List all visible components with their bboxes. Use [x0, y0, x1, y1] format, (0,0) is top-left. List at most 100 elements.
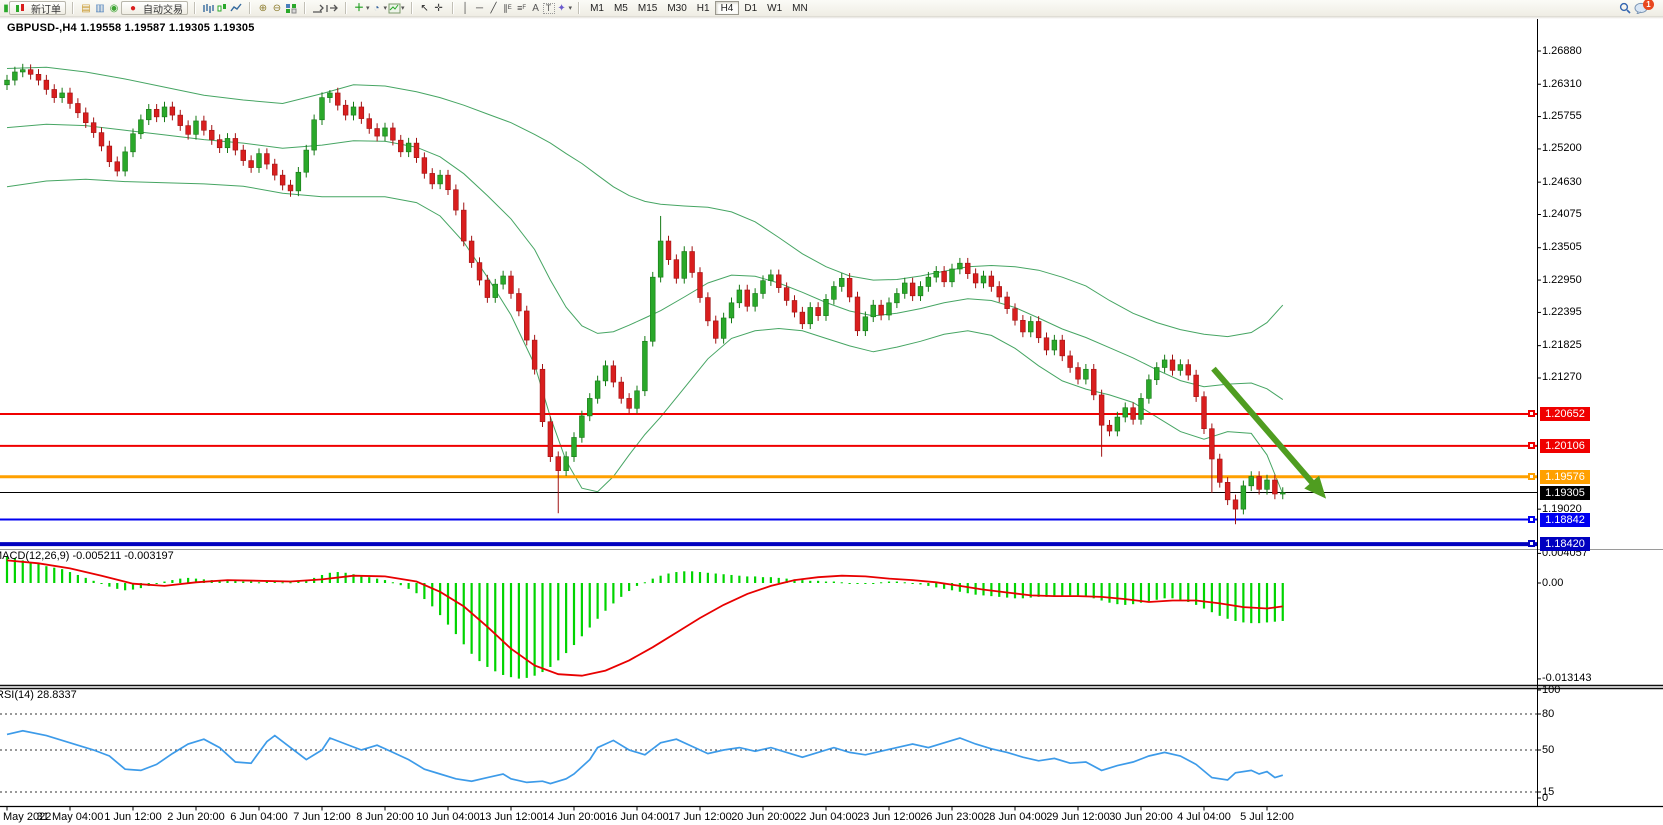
candle-body — [879, 305, 884, 315]
market-watch-icon[interactable]: ▤ — [79, 2, 93, 15]
timeframe-m30[interactable]: M30 — [662, 1, 691, 15]
candle-body — [375, 129, 380, 137]
timeframe-m1[interactable]: M1 — [585, 1, 609, 15]
line-handle[interactable] — [1528, 540, 1535, 547]
trendline-icon[interactable]: ╱ — [487, 2, 501, 15]
macd-bar — [1045, 583, 1047, 597]
candle-body — [1005, 297, 1010, 309]
candle-body — [642, 341, 647, 391]
line-handle[interactable] — [1528, 516, 1535, 523]
candle-body — [107, 146, 112, 162]
candle-body — [28, 70, 33, 75]
equidistant-channel-icon[interactable]: ∥E — [501, 2, 515, 15]
timeframe-m15[interactable]: M15 — [633, 1, 662, 15]
timeframe-mn[interactable]: MN — [787, 1, 813, 15]
timeframe-m5[interactable]: M5 — [609, 1, 633, 15]
text-a-icon[interactable]: A — [529, 2, 543, 15]
macd-bar — [699, 572, 701, 583]
time-tick-label: 20 Jun 20:00 — [731, 811, 795, 823]
auto-scroll-icon[interactable] — [311, 2, 325, 15]
candle-body — [1170, 360, 1175, 370]
timeframe-w1[interactable]: W1 — [762, 1, 787, 15]
timeframe-h4[interactable]: H4 — [715, 1, 740, 15]
time-tick-label: 29 Jun 12:00 — [1046, 811, 1110, 823]
macd-bar — [1022, 583, 1024, 598]
macd-bar — [258, 582, 260, 583]
candle-body — [587, 398, 592, 415]
horizontal-line-icon[interactable]: ─ — [473, 2, 487, 15]
new-order-candle-icon — [14, 2, 28, 15]
rsi-scale-label: 0 — [1542, 792, 1548, 804]
chart-canvas[interactable] — [0, 0, 1663, 825]
tile-windows-icon[interactable] — [284, 2, 298, 15]
macd-bar — [502, 583, 504, 675]
period-clock-icon[interactable]: ◔ — [370, 2, 384, 15]
chart-shift-icon[interactable] — [325, 2, 339, 15]
bollinger-upper — [7, 67, 1283, 336]
macd-bar — [494, 583, 496, 671]
arrows-icon[interactable]: ✦ — [555, 2, 569, 15]
price-tick-label: 1.24630 — [1542, 176, 1582, 188]
time-tick-label: 30 Jun 20:00 — [1109, 811, 1173, 823]
data-window-icon[interactable]: ▥ — [93, 2, 107, 15]
macd-bar — [1179, 583, 1181, 600]
line-handle[interactable] — [1528, 442, 1535, 449]
line-handle[interactable] — [1528, 473, 1535, 480]
candle-body — [1060, 340, 1065, 356]
chat-icon[interactable]: 1 — [1632, 2, 1650, 15]
macd-bar — [22, 560, 24, 583]
candle-body — [52, 89, 57, 97]
vertical-line-icon[interactable]: │ — [459, 2, 473, 15]
search-icon[interactable] — [1618, 2, 1632, 15]
candle-body — [965, 263, 970, 273]
macd-bar — [53, 568, 55, 583]
macd-bar — [478, 583, 480, 661]
fibonacci-icon[interactable]: ≡F — [515, 2, 529, 15]
signals-icon[interactable]: ◉ — [107, 2, 121, 15]
macd-bar — [770, 577, 772, 583]
macd-bar — [510, 583, 512, 677]
macd-bar — [124, 583, 126, 590]
candle-body — [343, 105, 348, 115]
new-order-label: 新订单 — [31, 1, 61, 16]
candle-body — [989, 276, 994, 286]
chat-badge-count: 1 — [1643, 0, 1654, 10]
candle-body — [1123, 408, 1128, 417]
templates-icon[interactable] — [387, 2, 401, 15]
price-tick-label: 1.22950 — [1542, 274, 1582, 286]
indicators-add-icon[interactable]: ＋ — [352, 2, 366, 15]
text-label-icon[interactable]: T — [543, 3, 555, 14]
macd-bar — [723, 574, 725, 583]
candle-body — [438, 175, 443, 184]
candle-body — [146, 109, 151, 119]
macd-bar — [1187, 583, 1189, 602]
cursor-icon[interactable]: ↖ — [418, 2, 432, 15]
candle-body — [5, 80, 10, 85]
time-tick-label: 5 Jul 12:00 — [1240, 811, 1294, 823]
bar-chart-type-icon[interactable] — [201, 2, 215, 15]
macd-bar — [730, 575, 732, 583]
crosshair-icon[interactable]: ✛ — [432, 2, 446, 15]
candle-body — [839, 278, 844, 286]
timeframe-d1[interactable]: D1 — [739, 1, 762, 15]
macd-panel — [6, 557, 1284, 679]
macd-bar — [675, 572, 677, 583]
price-badge-resistance-line-1: 1.20652 — [1540, 407, 1590, 421]
line-handle[interactable] — [1528, 410, 1535, 417]
new-order-button[interactable]: 新订单 — [9, 1, 66, 15]
macd-bar — [368, 577, 370, 583]
candle-body — [918, 286, 923, 295]
zoom-out-icon[interactable]: ⊖ — [270, 2, 284, 15]
candle-body — [170, 107, 175, 115]
rsi-indicator-label: RSI(14) 28.8337 — [0, 689, 77, 701]
candlestick-type-icon[interactable] — [215, 2, 229, 15]
auto-trading-button[interactable]: ● 自动交易 — [121, 1, 188, 15]
time-tick-label: 14 Jun 20:00 — [542, 811, 606, 823]
macd-bar — [108, 583, 110, 587]
line-chart-type-icon[interactable] — [229, 2, 243, 15]
timeframe-h1[interactable]: H1 — [692, 1, 715, 15]
candle-body — [705, 298, 710, 321]
macd-bar — [1242, 583, 1244, 622]
zoom-in-icon[interactable]: ⊕ — [256, 2, 270, 15]
candle-body — [611, 366, 616, 382]
